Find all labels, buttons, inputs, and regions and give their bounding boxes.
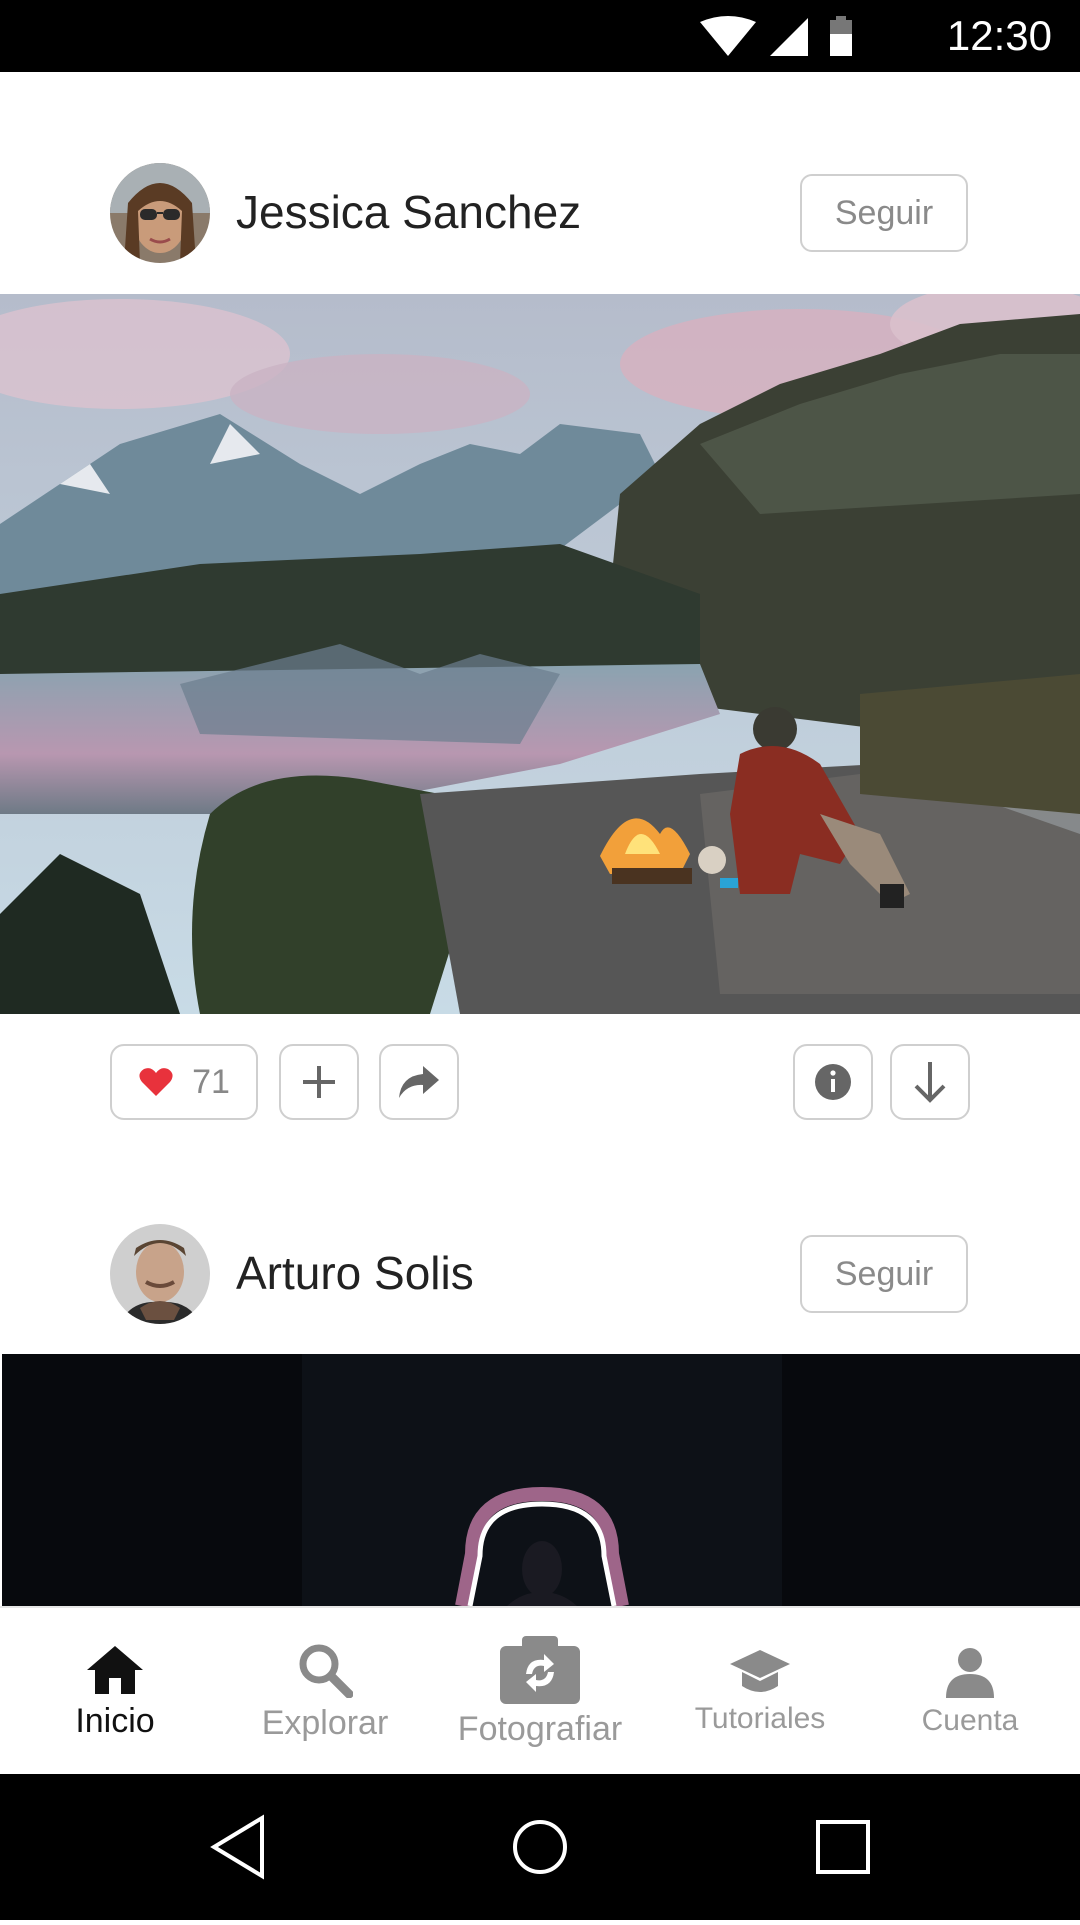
home-circle-icon[interactable] bbox=[513, 1820, 567, 1874]
system-navigation-bar bbox=[0, 1774, 1080, 1920]
bottom-tab-bar: Inicio Explorar Fotografiar Tutoriales C… bbox=[0, 1606, 1080, 1774]
avatar[interactable] bbox=[110, 1224, 210, 1324]
tab-label: Explorar bbox=[261, 1703, 389, 1742]
post-author-name[interactable]: Jessica Sanchez bbox=[236, 182, 581, 242]
download-button[interactable] bbox=[890, 1044, 970, 1120]
plus-icon bbox=[303, 1066, 335, 1098]
tab-label: Cuenta bbox=[921, 1704, 1019, 1737]
tab-cuenta[interactable]: Cuenta bbox=[890, 1608, 1050, 1776]
landscape-campfire-photo bbox=[0, 294, 1080, 1014]
share-button[interactable] bbox=[379, 1044, 459, 1120]
neon-figure-photo bbox=[2, 1354, 1080, 1606]
tab-label: Tutoriales bbox=[694, 1702, 826, 1735]
search-icon bbox=[299, 1644, 353, 1698]
like-button[interactable]: 71 bbox=[110, 1044, 258, 1120]
post-author-name[interactable]: Arturo Solis bbox=[236, 1243, 474, 1303]
heart-icon bbox=[139, 1068, 173, 1096]
share-icon bbox=[399, 1066, 439, 1098]
recent-apps-icon[interactable] bbox=[816, 1820, 870, 1874]
status-bar: 12:30 bbox=[0, 0, 1080, 72]
tab-inicio[interactable]: Inicio bbox=[40, 1608, 190, 1776]
post-photo[interactable] bbox=[2, 1354, 1080, 1606]
like-count: 71 bbox=[192, 1062, 230, 1101]
tab-explorar[interactable]: Explorar bbox=[250, 1608, 400, 1776]
camera-icon bbox=[500, 1635, 580, 1704]
status-icons bbox=[700, 16, 852, 56]
wifi-icon bbox=[700, 16, 756, 56]
back-icon[interactable] bbox=[210, 1814, 264, 1880]
info-button[interactable] bbox=[793, 1044, 873, 1120]
post-header: Jessica Sanchez Seguir bbox=[0, 158, 1080, 268]
avatar-photo bbox=[110, 1224, 210, 1324]
follow-button[interactable]: Seguir bbox=[800, 1235, 968, 1313]
battery-icon bbox=[830, 16, 852, 56]
post-actions: 71 bbox=[0, 1044, 1080, 1124]
post-photo[interactable] bbox=[0, 294, 1080, 1014]
info-icon bbox=[815, 1064, 851, 1100]
avatar-photo bbox=[110, 163, 210, 263]
user-icon bbox=[946, 1648, 994, 1698]
tab-label: Inicio bbox=[75, 1701, 155, 1740]
home-icon bbox=[87, 1645, 143, 1694]
arrow-down-icon bbox=[914, 1062, 946, 1103]
tab-tutoriales[interactable]: Tutoriales bbox=[680, 1608, 840, 1776]
avatar[interactable] bbox=[110, 163, 210, 263]
signal-icon bbox=[770, 18, 808, 56]
post-header: Arturo Solis Seguir bbox=[0, 1218, 1080, 1328]
status-time: 12:30 bbox=[946, 12, 1052, 59]
tab-label: Fotografiar bbox=[457, 1709, 623, 1748]
add-to-collection-button[interactable] bbox=[279, 1044, 359, 1120]
follow-button[interactable]: Seguir bbox=[800, 174, 968, 252]
tab-fotografiar[interactable]: Fotografiar bbox=[440, 1608, 640, 1776]
graduation-cap-icon bbox=[730, 1650, 790, 1692]
